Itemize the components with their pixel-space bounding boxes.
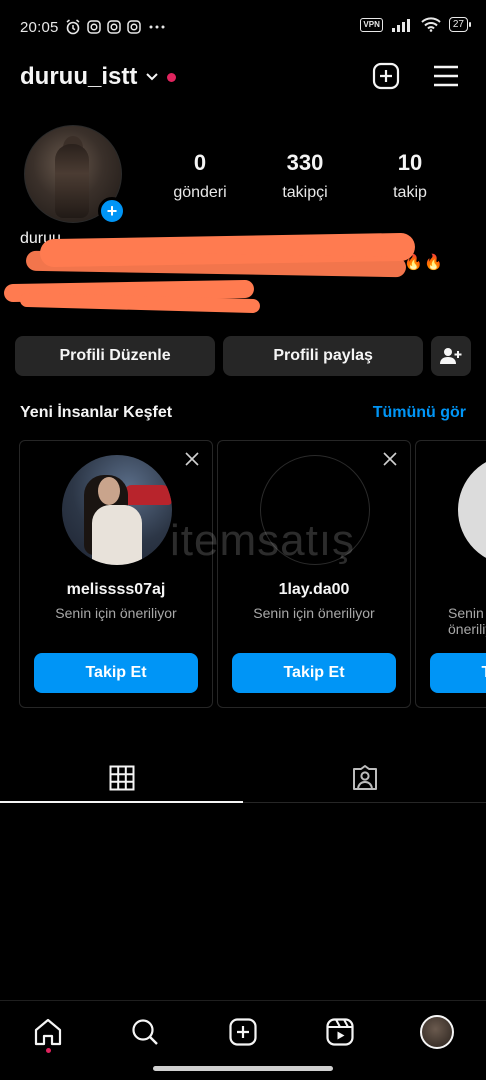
alarm-icon — [66, 19, 80, 35]
stat-label: gönderi — [173, 184, 227, 201]
discover-people-button[interactable] — [431, 336, 471, 376]
suggestion-reason: Senin için öneriliyor — [55, 605, 177, 621]
chevron-down-icon[interactable] — [145, 72, 159, 82]
suggestion-card[interactable]: 1lay.da00 Senin için öneriliyor Takip Et — [217, 440, 411, 708]
profile-tabs — [0, 752, 486, 804]
suggestion-reason: Senin için öneriliyor — [253, 605, 375, 621]
follow-button[interactable]: Takip Et — [232, 653, 396, 693]
follow-button[interactable]: Takip Et — [430, 653, 486, 693]
username-switcher[interactable]: duruu_istt — [20, 63, 137, 91]
status-bar: 20:05 VPN 27 — [0, 0, 486, 54]
stat-following[interactable]: 10 takip — [360, 150, 460, 202]
instagram-notification-icon — [126, 20, 141, 34]
stat-posts[interactable]: 0 gönderi — [150, 150, 250, 202]
home-indicator — [153, 1066, 333, 1071]
active-tab-indicator — [0, 801, 243, 803]
create-post-icon[interactable] — [372, 62, 400, 90]
avatar — [420, 1015, 454, 1049]
close-icon[interactable] — [184, 451, 200, 467]
home-icon — [34, 1018, 62, 1046]
suggestion-avatar[interactable] — [458, 455, 486, 565]
instagram-notification-icon — [106, 20, 121, 34]
add-story-icon[interactable]: + — [98, 197, 126, 225]
discover-people-title: Yeni İnsanlar Keşfet — [20, 404, 173, 421]
signal-icon — [391, 18, 410, 32]
watermark: itemsatış — [170, 516, 356, 565]
more-notifications-icon — [149, 25, 165, 29]
bottom-navigation — [0, 1000, 486, 1062]
suggestion-username[interactable]: 1lay.da00 — [218, 581, 410, 599]
fire-emoji-icon: 🔥 — [424, 254, 443, 271]
stat-label: takip — [393, 184, 427, 201]
add-person-icon — [440, 348, 462, 364]
search-icon — [132, 1019, 158, 1045]
stat-followers[interactable]: 330 takipçi — [255, 150, 355, 202]
instagram-notification-icon — [86, 20, 101, 34]
status-time: 20:05 — [20, 18, 59, 36]
tagged-person-icon — [352, 765, 377, 790]
see-all-link[interactable]: Tümünü gör — [373, 404, 466, 422]
suggestion-username[interactable]: melissss07aj — [20, 581, 212, 599]
create-icon — [229, 1018, 257, 1046]
nav-search[interactable] — [128, 1015, 162, 1049]
vpn-badge: VPN — [360, 17, 383, 32]
edit-profile-button[interactable]: Profili Düzenle — [15, 336, 216, 376]
profile-avatar[interactable]: + — [24, 125, 126, 225]
suggestion-reason: Senin için öneriliyor — [448, 605, 486, 637]
suggestion-avatar[interactable] — [62, 455, 172, 565]
stat-value: 330 — [286, 150, 324, 175]
reels-icon — [326, 1018, 354, 1046]
wifi-icon — [421, 17, 441, 32]
stat-value: 0 — [193, 150, 207, 175]
stat-value: 10 — [397, 150, 423, 175]
tab-divider — [243, 802, 486, 803]
tab-posts-grid[interactable] — [0, 752, 243, 804]
nav-profile[interactable] — [420, 1015, 454, 1049]
nav-create[interactable] — [226, 1015, 260, 1049]
suggestion-card[interactable]: Senin için öneriliyor Takip Et — [415, 440, 486, 708]
share-profile-button[interactable]: Profili paylaş — [223, 336, 424, 376]
notification-dot — [46, 1048, 51, 1053]
stat-label: takipçi — [282, 184, 328, 201]
suggestion-card[interactable]: melissss07aj Senin için öneriliyor Takip… — [19, 440, 213, 708]
nav-reels[interactable] — [323, 1015, 357, 1049]
battery-indicator: 27 — [448, 17, 472, 32]
nav-home[interactable] — [31, 1015, 65, 1049]
close-icon[interactable] — [382, 451, 398, 467]
notification-dot — [167, 72, 177, 82]
tab-tagged[interactable] — [243, 752, 486, 804]
profile-stats: 0 gönderi 330 takipçi 10 takip — [150, 150, 460, 202]
menu-icon[interactable] — [432, 64, 460, 88]
profile-actions: Profili Düzenle Profili paylaş — [15, 336, 471, 376]
profile-header: duruu_istt — [0, 54, 486, 100]
grid-icon — [109, 765, 134, 791]
follow-button[interactable]: Takip Et — [34, 653, 198, 693]
